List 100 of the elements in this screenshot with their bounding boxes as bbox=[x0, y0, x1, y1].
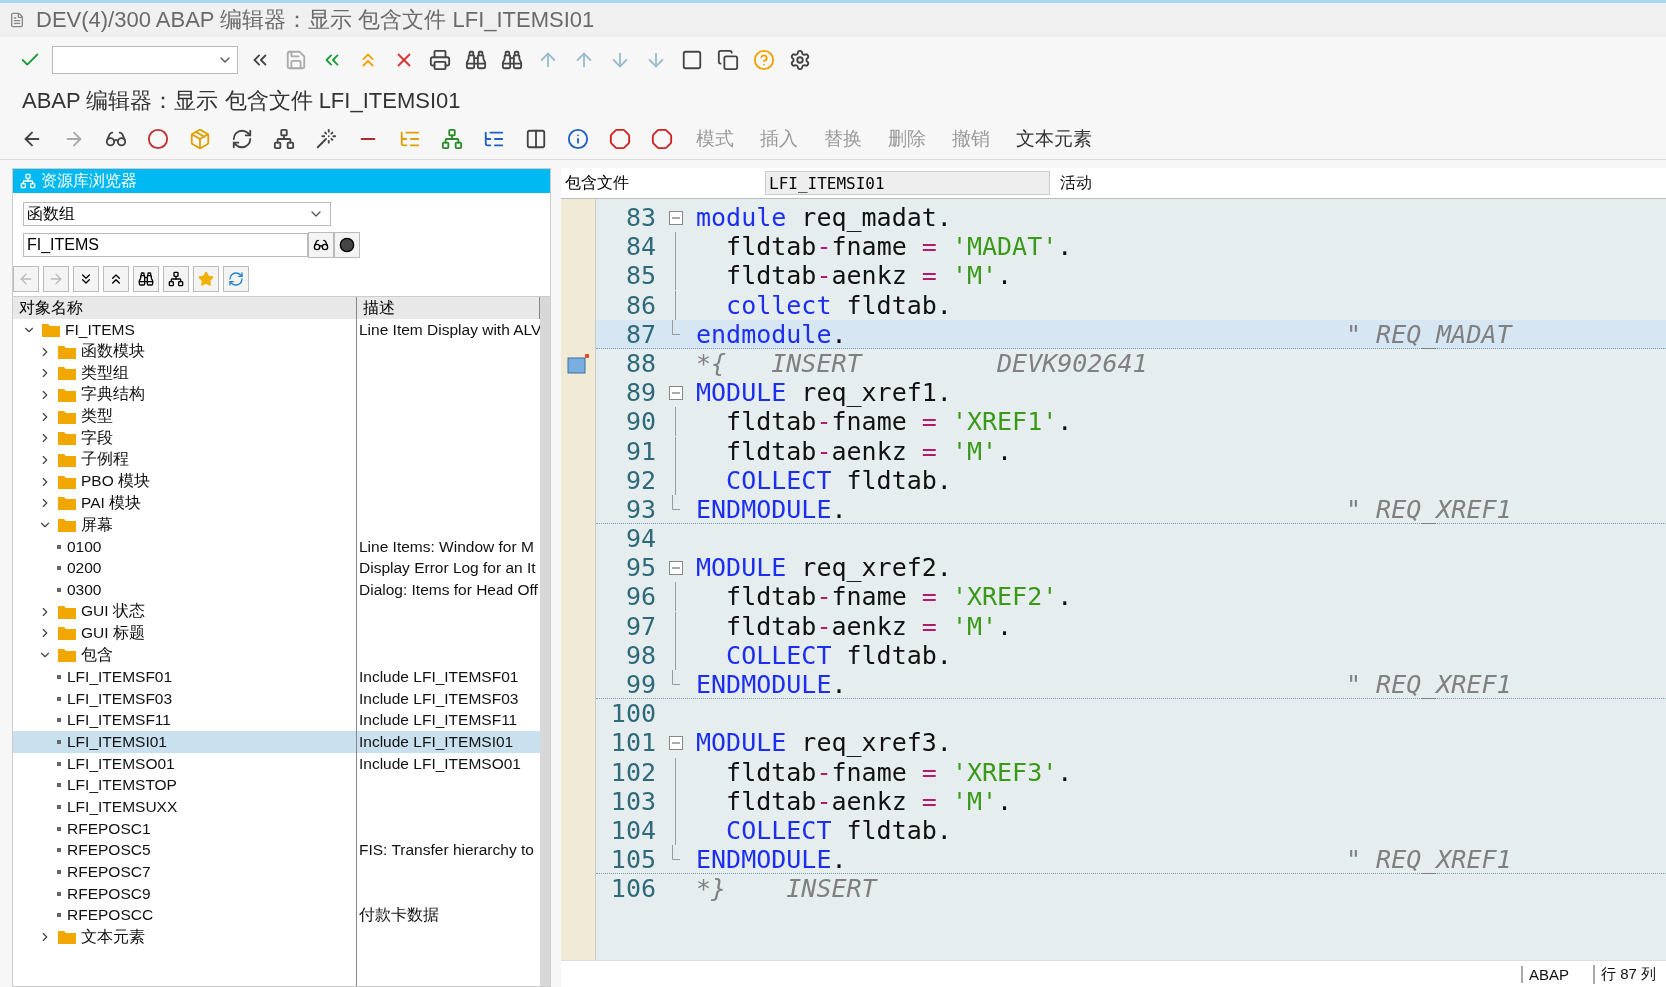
scrollbar[interactable] bbox=[540, 297, 550, 986]
code-line: fldtab-aenkz = 'M'. bbox=[725, 786, 1014, 816]
code-line: COLLECT fldtab. bbox=[725, 815, 953, 845]
code-line: fldtab-fname = 'XREF2'. bbox=[725, 582, 1074, 612]
tree-item[interactable]: RFEPOSCC bbox=[67, 906, 154, 925]
folder-icon bbox=[57, 408, 77, 425]
code-line: fldtab-aenkz = 'M'. bbox=[725, 611, 1014, 641]
line-number: 83 bbox=[625, 203, 656, 232]
code-line: MODULE req_xref3. bbox=[696, 728, 953, 758]
tree-item[interactable]: LFI_ITEMSO01 bbox=[67, 754, 175, 773]
folder-icon bbox=[57, 495, 77, 512]
line-number: 84 bbox=[625, 232, 656, 262]
tree-item[interactable]: 子例程 bbox=[81, 449, 129, 471]
line-number: 89 bbox=[625, 378, 656, 408]
program-field[interactable]: LFI_ITEMSI01 bbox=[765, 171, 1050, 195]
code-line: COLLECT fldtab. bbox=[725, 465, 953, 495]
tree-item[interactable]: 0200 bbox=[67, 559, 102, 578]
window-title: DEV(4)/300 ABAP 编辑器：显示 包含文件 LFI_ITEMSI01 bbox=[36, 6, 595, 34]
refresh-icon[interactable] bbox=[223, 266, 249, 292]
code-line: fldtab-fname = 'XREF3'. bbox=[725, 757, 1074, 787]
tree-item[interactable]: RFEPOSC1 bbox=[67, 819, 151, 838]
collapse-icon[interactable] bbox=[669, 560, 683, 575]
tree-item[interactable]: 屏幕 bbox=[81, 514, 113, 536]
column-header[interactable]: 描述 bbox=[357, 297, 540, 319]
binoculars-icon[interactable] bbox=[133, 266, 159, 292]
description-text: Display Error Log for an It bbox=[359, 559, 536, 578]
description-text: Include LFI_ITEMSF11 bbox=[359, 711, 518, 730]
tree-item[interactable]: 类型 bbox=[81, 406, 113, 428]
tree-item[interactable]: RFEPOSC7 bbox=[67, 863, 151, 882]
bullet-icon bbox=[57, 674, 61, 679]
collapse-all-icon[interactable] bbox=[103, 266, 129, 292]
tree-item[interactable]: 字段 bbox=[81, 427, 113, 449]
collapse-icon[interactable] bbox=[669, 385, 683, 400]
tree-item[interactable]: FI_ITEMS bbox=[65, 320, 135, 339]
line-number: 95 bbox=[625, 553, 656, 583]
tree-item[interactable]: 函数模块 bbox=[81, 341, 145, 363]
hierarchy-icon[interactable] bbox=[163, 266, 189, 292]
tree-item[interactable]: 字典结构 bbox=[81, 384, 145, 406]
bullet-icon bbox=[57, 848, 61, 853]
line-number: 98 bbox=[625, 640, 656, 670]
expand-all-icon[interactable] bbox=[73, 266, 99, 292]
tree-item[interactable]: GUI 标题 bbox=[81, 622, 145, 644]
description-text: Include LFI_ITEMSO01 bbox=[359, 754, 521, 773]
code-line: *{ INSERT DEVK902641 bbox=[696, 348, 1149, 378]
code-line: ENDMODULE. bbox=[696, 670, 848, 699]
object-type-dropdown[interactable]: 函数组 bbox=[23, 202, 331, 226]
bookmark-icon[interactable] bbox=[567, 353, 589, 374]
line-number: 96 bbox=[625, 582, 656, 612]
description-text: Include LFI_ITEMSI01 bbox=[359, 732, 514, 751]
bullet-icon bbox=[57, 891, 61, 896]
tree-item[interactable]: 类型组 bbox=[81, 362, 129, 384]
tree-item[interactable]: RFEPOSC9 bbox=[67, 884, 151, 903]
code-line: ENDMODULE. bbox=[696, 845, 848, 875]
tree-item[interactable]: LFI_ITEMSUXX bbox=[67, 797, 178, 816]
command-field[interactable] bbox=[52, 46, 238, 74]
status-text: 活动 bbox=[1060, 172, 1092, 193]
tree-item[interactable]: LFI_ITEMSF01 bbox=[67, 667, 173, 686]
tree-item[interactable]: GUI 状态 bbox=[81, 601, 145, 623]
tree-item[interactable]: RFEPOSC5 bbox=[67, 841, 151, 860]
tree-item[interactable]: 包含 bbox=[81, 644, 113, 666]
status-position: 行 87 列 bbox=[1592, 964, 1656, 984]
code-line: COLLECT fldtab. bbox=[725, 640, 953, 670]
collapse-icon[interactable] bbox=[669, 735, 683, 750]
glasses-icon[interactable] bbox=[308, 232, 334, 258]
tree-item[interactable]: 0300 bbox=[67, 581, 102, 600]
code-line: MODULE req_xref1. bbox=[696, 378, 953, 408]
bullet-icon bbox=[57, 739, 61, 744]
panel-title: 资源库浏览器 bbox=[41, 170, 137, 191]
tree-item[interactable]: 文本元素 bbox=[81, 926, 145, 948]
bullet-icon bbox=[57, 696, 61, 701]
tree-item[interactable]: LFI_ITEMSTOP bbox=[67, 776, 177, 795]
code-line: fldtab-fname = 'MADAT'. bbox=[725, 232, 1074, 262]
object-name-field[interactable]: FI_ITEMS bbox=[23, 233, 308, 257]
fold-end-line bbox=[672, 845, 680, 861]
code-comment: " REQ_XREF1 bbox=[1346, 670, 1513, 699]
line-number: 86 bbox=[625, 290, 656, 320]
folder-icon bbox=[57, 365, 77, 382]
fold-end-line bbox=[672, 670, 680, 685]
column-header[interactable]: 对象名称 bbox=[13, 297, 357, 319]
code-line: ENDMODULE. bbox=[696, 494, 848, 524]
line-number: 93 bbox=[625, 494, 656, 524]
folder-icon bbox=[57, 430, 77, 447]
line-number: 105 bbox=[610, 845, 656, 875]
status-language: ABAP bbox=[1520, 965, 1569, 983]
line-number: 88 bbox=[625, 348, 656, 378]
tree-item[interactable]: PBO 模块 bbox=[81, 471, 151, 493]
description-text: Dialog: Items for Head Off bbox=[359, 581, 538, 600]
tree-item[interactable]: LFI_ITEMSF03 bbox=[67, 689, 173, 708]
folder-icon bbox=[57, 386, 77, 403]
tree-item[interactable]: 0100 bbox=[67, 537, 102, 556]
toolbar-button[interactable]: 文本元素 bbox=[1010, 126, 1098, 152]
line-number: 85 bbox=[625, 261, 656, 291]
line-number: 91 bbox=[625, 436, 656, 466]
code-comment: " REQ_XREF1 bbox=[1346, 845, 1513, 875]
line-number: 103 bbox=[610, 786, 656, 816]
tree-item[interactable]: LFI_ITEMSF11 bbox=[67, 711, 171, 730]
folder-icon bbox=[57, 473, 77, 490]
code-line: MODULE req_xref2. bbox=[696, 553, 953, 583]
tree-item[interactable]: PAI 模块 bbox=[81, 492, 142, 514]
collapse-icon[interactable] bbox=[669, 210, 683, 225]
